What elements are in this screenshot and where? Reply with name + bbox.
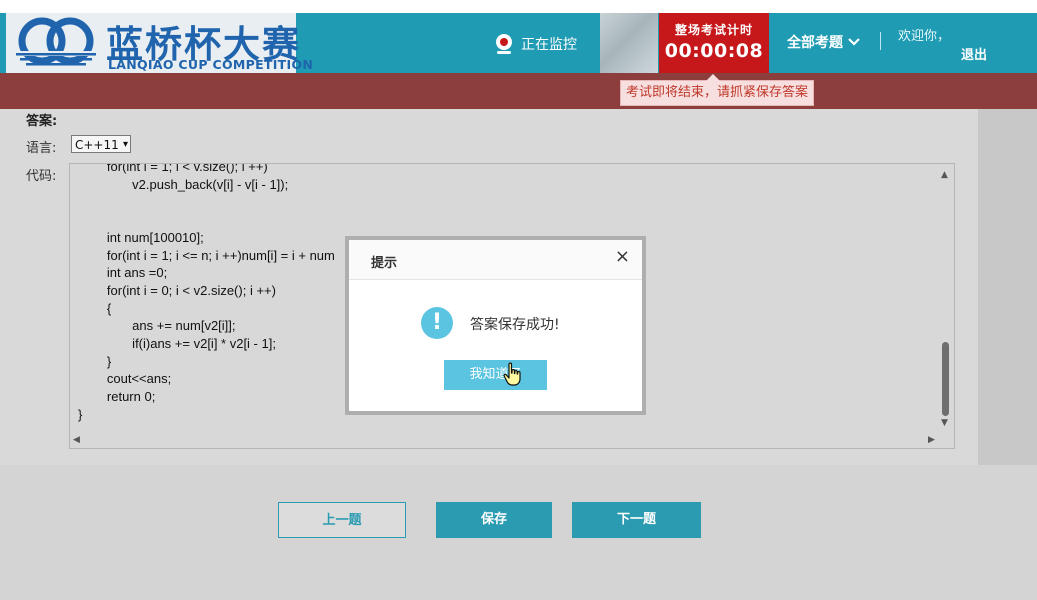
- language-select-value: C++11: [75, 138, 119, 152]
- code-line: }: [78, 353, 112, 369]
- scrollbar-thumb[interactable]: [942, 342, 949, 416]
- scroll-up-arrow-icon[interactable]: ▲: [941, 170, 948, 180]
- lanqiao-logo-icon: [12, 17, 100, 66]
- code-line: int num[100010];: [78, 229, 204, 245]
- logo-english-text: LANQIAO CUP COMPETITION: [108, 57, 314, 72]
- code-line: {: [78, 300, 112, 316]
- webcam-icon: [496, 34, 512, 54]
- warning-bar: [0, 73, 1037, 109]
- hand-pointer-cursor-icon: [503, 362, 521, 386]
- save-success-dialog: 提示 × ! 答案保存成功! 我知道了: [349, 240, 642, 411]
- code-line: ans += num[v2[i]];: [78, 318, 236, 334]
- answer-label: 答案:: [26, 114, 58, 129]
- language-select[interactable]: C++11 ▾: [71, 135, 131, 153]
- monitor-label: 正在监控: [521, 37, 577, 53]
- dialog-message: 答案保存成功!: [470, 317, 560, 333]
- code-label: 代码:: [26, 169, 57, 184]
- code-line: if(i)ans += v2[i] * v2[i - 1];: [78, 336, 276, 352]
- code-line: for(int i = 0; i < v2.size(); i ++): [78, 282, 276, 298]
- welcome-text: 欢迎你，: [898, 29, 951, 44]
- header-divider: [880, 32, 881, 50]
- timer-label: 整场考试计时: [674, 23, 753, 37]
- scroll-left-arrow-icon[interactable]: ◀: [73, 435, 80, 445]
- dialog-title: 提示: [371, 256, 398, 271]
- chevron-down-icon: ▾: [122, 139, 128, 150]
- timer-value: 00:00:08: [664, 40, 764, 62]
- vertical-scrollbar[interactable]: ▲ ▼: [938, 164, 954, 432]
- prev-question-button[interactable]: 上一题: [278, 502, 406, 538]
- exam-timer: 整场考试计时 00:00:08: [659, 13, 769, 73]
- info-exclamation-icon: !: [421, 307, 453, 339]
- code-line: cout<<ans;: [78, 371, 172, 387]
- header-bar: 蓝桥杯大赛 LANQIAO CUP COMPETITION 正在监控 整场考试计…: [0, 13, 1037, 73]
- code-line: int ans =0;: [78, 265, 168, 281]
- next-question-button[interactable]: 下一题: [572, 502, 701, 538]
- dialog-header: 提示 ×: [349, 240, 642, 280]
- save-button[interactable]: 保存: [436, 502, 552, 538]
- all-questions-label: 全部考题: [787, 35, 843, 51]
- language-label: 语言:: [26, 141, 57, 156]
- close-icon[interactable]: ×: [615, 248, 630, 266]
- horizontal-scrollbar[interactable]: ◀ ▶: [70, 434, 938, 448]
- code-text: for(int i = 1; i < v.size(); i ++) v2.pu…: [78, 163, 335, 424]
- warning-tooltip: 考试即将结束，请抓紧保存答案: [620, 74, 815, 106]
- browser-top-strip: [0, 0, 1037, 13]
- logout-link[interactable]: 退出: [961, 44, 987, 63]
- code-line: v2.push_back(v[i] - v[i - 1]);: [78, 176, 289, 192]
- code-line: return 0;: [78, 389, 156, 405]
- webcam-preview: [600, 13, 658, 73]
- all-questions-dropdown[interactable]: 全部考题: [787, 32, 860, 52]
- dialog-ok-button[interactable]: 我知道了: [444, 360, 547, 390]
- code-line: for(int i = 1; i <= n; i ++)num[i] = i +…: [78, 247, 335, 263]
- logo: 蓝桥杯大赛 LANQIAO CUP COMPETITION: [6, 13, 313, 73]
- right-gutter: [978, 109, 1037, 465]
- scroll-right-arrow-icon[interactable]: ▶: [928, 435, 935, 445]
- monitor-status: 正在监控: [493, 32, 577, 56]
- chevron-down-icon: [848, 38, 860, 46]
- code-line: for(int i = 1; i < v.size(); i ++): [78, 163, 268, 174]
- code-line: }: [78, 406, 83, 422]
- scroll-down-arrow-icon[interactable]: ▼: [941, 418, 948, 428]
